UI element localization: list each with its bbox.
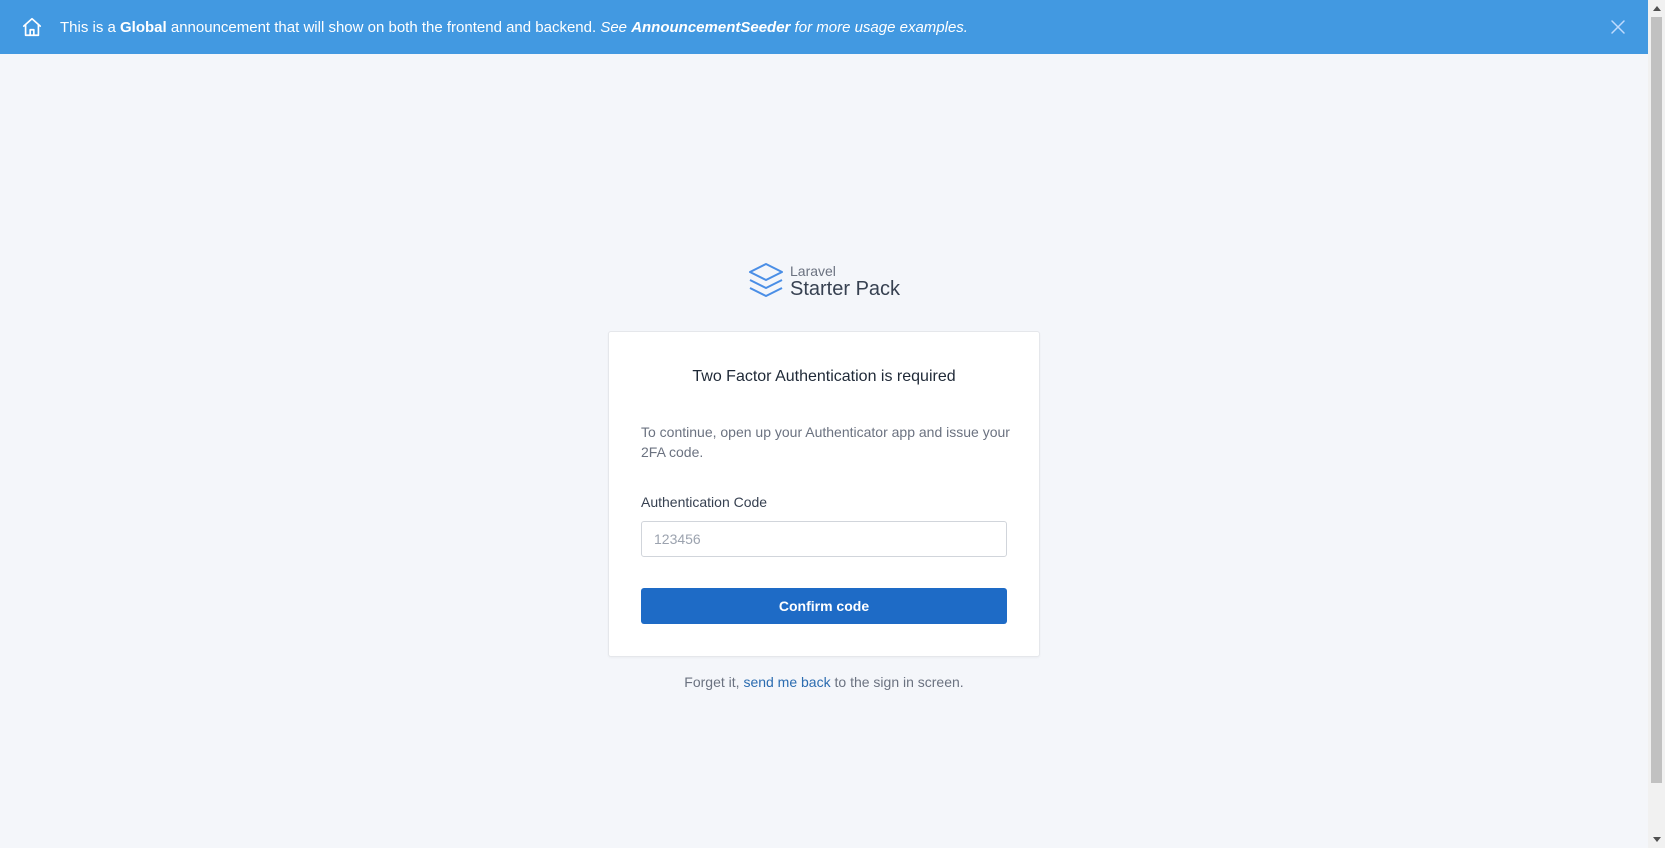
announcement-bold: Global xyxy=(120,18,167,36)
logo-big-text: Starter Pack xyxy=(790,277,901,300)
send-me-back-link[interactable]: send me back xyxy=(743,674,830,690)
close-icon[interactable] xyxy=(1608,17,1628,37)
logo-small-text: Laravel xyxy=(790,262,836,279)
page-scrollbar[interactable] xyxy=(1648,0,1665,848)
announcement-middle: announcement that will show on both the … xyxy=(166,18,601,36)
authentication-code-input[interactable] xyxy=(641,521,1007,557)
scrollbar-thumb[interactable] xyxy=(1651,17,1662,783)
scroll-down-arrow-icon[interactable] xyxy=(1648,831,1665,848)
logo-text: Laravel Starter Pack xyxy=(790,264,900,299)
layers-icon xyxy=(748,262,784,300)
footer-prefix: Forget it, xyxy=(684,674,744,690)
back-to-signin-text: Forget it, send me back to the sign in s… xyxy=(608,674,1040,690)
code-label: Authentication Code xyxy=(641,494,768,510)
app-logo: Laravel Starter Pack xyxy=(748,262,900,300)
home-icon[interactable] xyxy=(21,16,43,38)
announcement-italic: See AnnouncementSeeder for more usage ex… xyxy=(600,18,968,36)
card-title: Two Factor Authentication is required xyxy=(692,368,956,385)
confirm-code-button[interactable]: Confirm code xyxy=(641,588,1007,624)
announcement-prefix: This is a xyxy=(60,18,121,36)
card-description: To continue, open up your Authenticator … xyxy=(641,424,1010,460)
footer-suffix: to the sign in screen. xyxy=(830,674,964,690)
scroll-up-arrow-icon[interactable] xyxy=(1648,0,1665,17)
two-factor-card: Two Factor Authentication is required To… xyxy=(608,331,1040,657)
announcement-bar: This is a Global announcement that will … xyxy=(0,0,1648,54)
announcement-message: This is a Global announcement that will … xyxy=(60,19,968,36)
